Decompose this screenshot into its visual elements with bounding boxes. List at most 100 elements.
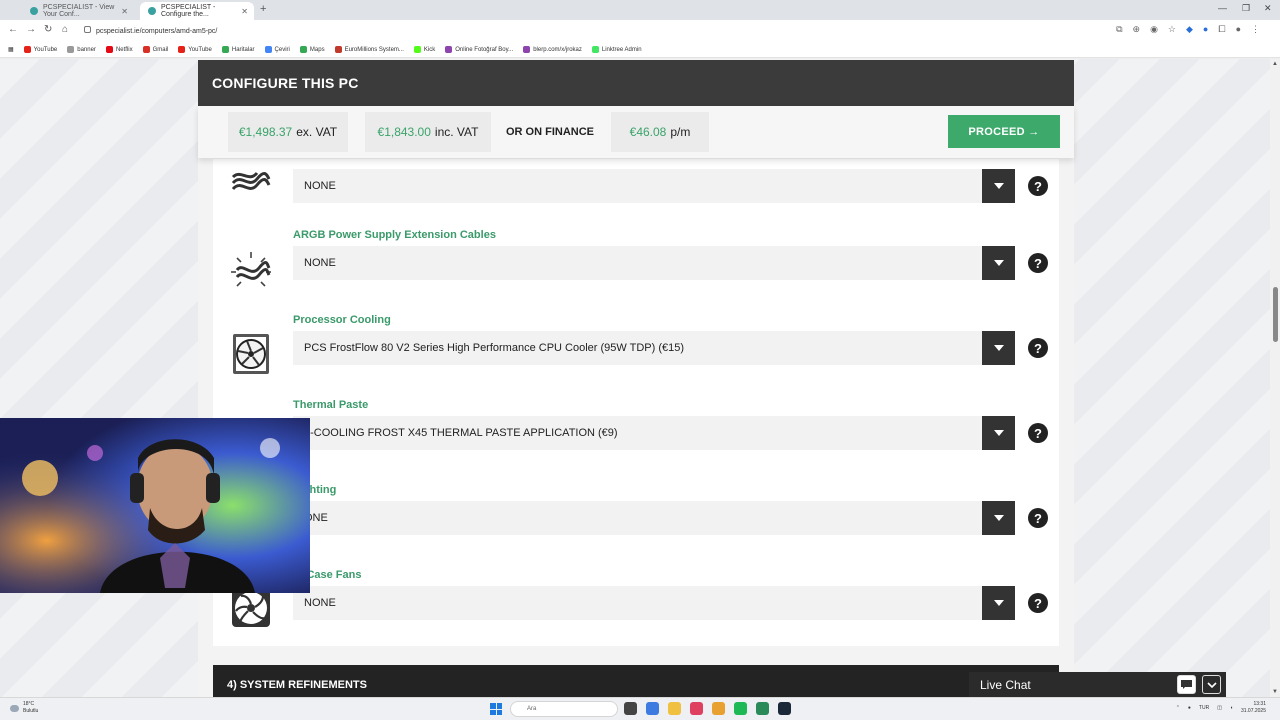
extension-icon[interactable]: ● — [1203, 24, 1208, 35]
network-icon[interactable]: ◫ — [1217, 705, 1222, 711]
lang-indicator[interactable]: TUR — [1199, 705, 1209, 711]
chevron-down-icon[interactable] — [982, 501, 1015, 535]
chrome-icon[interactable] — [712, 702, 725, 715]
translate-icon — [264, 46, 272, 53]
cable-icon — [231, 171, 271, 191]
chevron-down-icon[interactable] — [982, 586, 1015, 620]
help-icon[interactable]: ? — [1028, 338, 1048, 358]
address-bar[interactable]: pcspecialist.ie/computers/amd-am5-pc/ — [80, 23, 1100, 39]
reload-icon[interactable]: ↻ — [44, 24, 52, 35]
menu-icon[interactable]: ⋮ — [1251, 24, 1260, 35]
browser-tab-strip: PCSPECIALIST - View Your Conf... ✕ PCSPE… — [0, 0, 1280, 20]
weather-widget[interactable]: 18°C Bulutlu — [10, 701, 38, 715]
apps-grid-icon[interactable]: ▦ — [8, 46, 14, 53]
folder-icon — [67, 46, 75, 53]
scroll-up-icon[interactable]: ▲ — [1272, 61, 1278, 67]
browser-tab[interactable]: PCSPECIALIST - View Your Conf... ✕ — [22, 2, 134, 20]
scroll-down-icon[interactable]: ▼ — [1272, 689, 1278, 695]
chevron-down-icon[interactable] — [1202, 675, 1221, 694]
bookmark-item[interactable]: blerp.com/x/jrokaz — [523, 46, 582, 53]
blerp-icon — [523, 46, 531, 53]
finance-label: OR ON FINANCE — [506, 126, 594, 138]
kick-icon — [413, 46, 421, 53]
app-icon[interactable] — [756, 702, 769, 715]
option-select[interactable]: 0-COOLING FROST X45 THERMAL PASTE APPLIC… — [293, 416, 1015, 450]
chevron-down-icon[interactable] — [982, 169, 1015, 203]
file-explorer-icon[interactable] — [668, 702, 681, 715]
option-select[interactable]: NONE — [293, 246, 1015, 280]
close-tab-icon[interactable]: ✕ — [121, 7, 128, 16]
copilot-icon[interactable] — [646, 702, 659, 715]
windows-start-icon[interactable] — [490, 703, 502, 715]
extensions-puzzle-icon[interactable]: ⧠ — [1218, 24, 1225, 35]
section-header-system-refinements[interactable]: 4) SYSTEM REFINEMENTS — [213, 665, 1059, 697]
browser-tab-active[interactable]: PCSPECIALIST - Configure the... ✕ — [140, 2, 254, 20]
bookmark-star-icon[interactable]: ☆ — [1168, 24, 1176, 35]
help-icon[interactable]: ? — [1028, 508, 1048, 528]
photo-resize-icon — [445, 46, 453, 53]
option-label: Processor Cooling — [293, 314, 391, 326]
maximize-window-icon[interactable]: ❐ — [1242, 3, 1250, 14]
help-icon[interactable]: ? — [1028, 176, 1048, 196]
help-icon[interactable]: ? — [1028, 593, 1048, 613]
site-favicon-icon — [148, 7, 156, 15]
option-row: Thermal Paste 0-COOLING FROST X45 THERMA… — [213, 399, 1059, 479]
chat-bubble-icon[interactable] — [1177, 675, 1196, 694]
selected-value: NONE — [304, 257, 336, 269]
bookmark-item[interactable]: Haritalar — [221, 46, 255, 53]
help-icon[interactable]: ? — [1028, 423, 1048, 443]
option-select[interactable]: NONE — [293, 169, 1015, 203]
proceed-button[interactable]: PROCEED → — [948, 115, 1060, 148]
forward-icon[interactable]: → — [26, 24, 36, 35]
bookmark-item[interactable]: Gmail — [142, 46, 168, 53]
bookmark-item[interactable]: Online Fotoğraf Boy... — [445, 46, 513, 53]
bookmark-item[interactable]: EuroMillions System... — [334, 46, 404, 53]
new-tab-icon[interactable]: + — [260, 3, 266, 15]
profile-avatar-icon[interactable]: ● — [1236, 24, 1241, 35]
chevron-down-icon[interactable] — [982, 416, 1015, 450]
weather-temp: 18°C — [23, 701, 35, 707]
opera-icon[interactable] — [690, 702, 703, 715]
page-viewport: NONE ? ARGB Power Supply Extension Cable… — [0, 59, 1280, 697]
bookmark-item[interactable]: banner — [67, 46, 96, 53]
chevron-down-icon[interactable] — [982, 331, 1015, 365]
bookmark-item[interactable]: Çeviri — [264, 46, 290, 53]
mic-icon[interactable]: ● — [1188, 705, 1191, 711]
minimize-window-icon[interactable]: — — [1218, 3, 1227, 13]
scrollbar-thumb[interactable] — [1273, 287, 1278, 342]
option-select[interactable]: PCS FrostFlow 80 V2 Series High Performa… — [293, 331, 1015, 365]
task-view-icon[interactable] — [624, 702, 637, 715]
extension-icon[interactable]: ◆ — [1186, 24, 1193, 35]
taskbar-search[interactable]: Ara — [510, 701, 618, 717]
home-icon[interactable]: ⌂ — [62, 24, 68, 35]
translate-icon[interactable]: ⧉ — [1116, 24, 1122, 35]
tab-title: PCSPECIALIST - View Your Conf... — [43, 4, 115, 18]
page-scrollbar[interactable]: ▲ ▼ — [1270, 59, 1280, 697]
tray-chevron-icon[interactable]: ⌃ — [1176, 705, 1180, 711]
eye-icon[interactable]: ◉ — [1150, 24, 1158, 35]
steam-icon[interactable] — [778, 702, 791, 715]
clock[interactable]: 13:31 31.07.2025 — [1241, 701, 1266, 715]
bookmark-item[interactable]: Netflix — [105, 46, 133, 53]
back-icon[interactable]: ← — [8, 24, 18, 35]
chevron-down-icon[interactable] — [982, 246, 1015, 280]
spotify-icon[interactable] — [734, 702, 747, 715]
volume-icon[interactable]: ◖ — [1230, 705, 1233, 711]
bookmark-item[interactable]: YouTube — [23, 46, 57, 53]
option-select[interactable]: NONE — [293, 586, 1015, 620]
taskbar-apps — [624, 702, 791, 715]
bookmark-item[interactable]: Maps — [299, 46, 325, 53]
close-tab-icon[interactable]: ✕ — [241, 7, 248, 16]
help-icon[interactable]: ? — [1028, 253, 1048, 273]
option-label: ARGB Power Supply Extension Cables — [293, 229, 496, 241]
live-chat-widget[interactable]: Live Chat — [969, 672, 1226, 697]
bookmark-item[interactable]: YouTube — [178, 46, 212, 53]
zoom-icon[interactable]: ⊕ — [1133, 24, 1141, 35]
option-select[interactable]: ONE — [293, 501, 1015, 535]
search-placeholder: Ara — [527, 706, 537, 712]
bookmark-item[interactable]: Kick — [413, 46, 435, 53]
youtube-icon — [23, 46, 31, 53]
option-label: Thermal Paste — [293, 399, 369, 411]
close-window-icon[interactable]: ✕ — [1264, 3, 1272, 14]
bookmark-item[interactable]: Linktree Admin — [591, 46, 642, 53]
